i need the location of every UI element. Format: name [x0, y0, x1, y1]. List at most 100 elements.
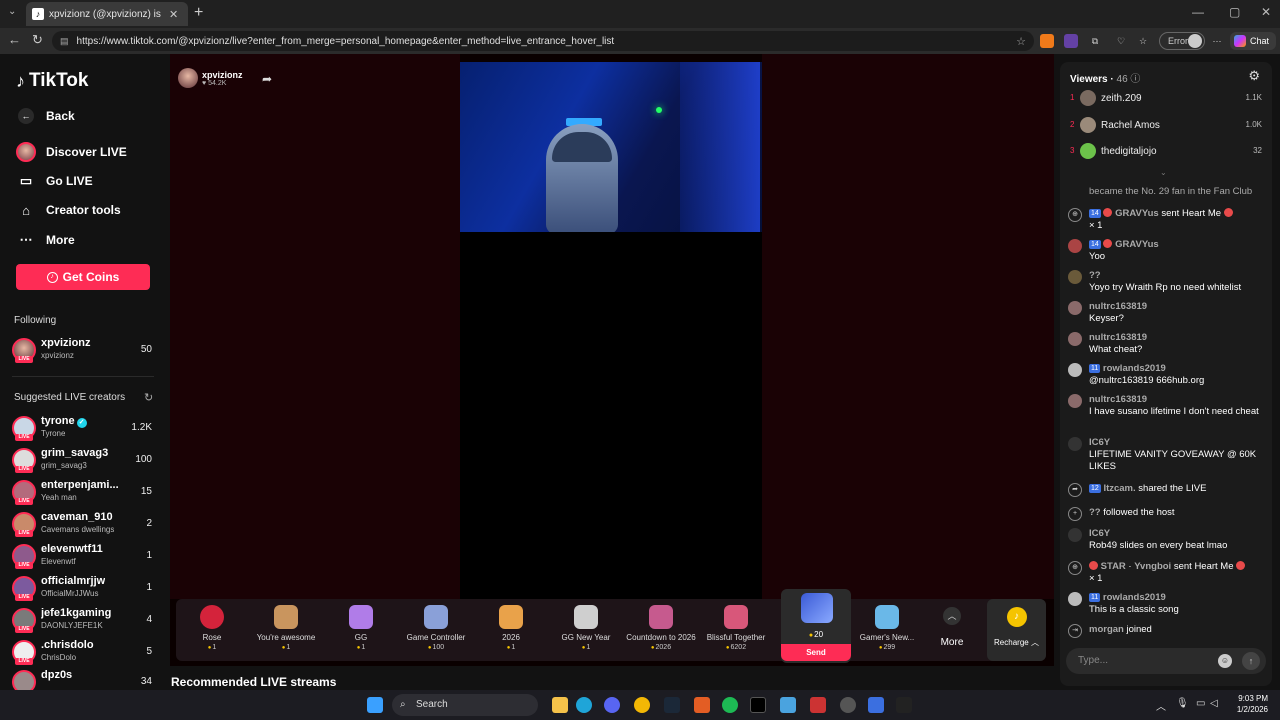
nav-discover-live[interactable]: Discover LIVE: [16, 142, 127, 162]
edge-icon[interactable]: [576, 697, 592, 713]
app-icon[interactable]: [810, 697, 826, 713]
url-field[interactable]: ▤ https://www.tiktok.com/@xpvizionz/live…: [52, 31, 1034, 51]
discord-icon[interactable]: [604, 697, 620, 713]
tab-list-chevron-icon[interactable]: ⌄: [8, 6, 16, 17]
emoji-icon[interactable]: ☺: [1218, 654, 1232, 668]
network-icon[interactable]: ▭: [1196, 698, 1205, 709]
gift-item[interactable]: GG New Year 1: [550, 599, 622, 661]
gift-name: Blissful Together: [706, 633, 766, 642]
app-icon[interactable]: [634, 697, 650, 713]
get-coins-button[interactable]: ♪ Get Coins: [16, 264, 150, 290]
live-video[interactable]: [460, 62, 762, 232]
avatar[interactable]: [1068, 437, 1082, 451]
app-icon[interactable]: [694, 697, 710, 713]
minimize-icon[interactable]: —: [1192, 5, 1204, 19]
twitch-extension-icon[interactable]: [1064, 34, 1078, 48]
refresh-icon[interactable]: ↻: [144, 391, 153, 404]
avatar[interactable]: [1068, 239, 1082, 253]
nav-creator-tools[interactable]: ⌂ Creator tools: [16, 200, 121, 220]
gift-item[interactable]: You're awesome 1: [250, 599, 322, 661]
following-item[interactable]: LIVE xpvizionz xpvizionz 50: [12, 336, 156, 364]
more-gifts-button[interactable]: ︿ More: [932, 607, 972, 648]
gift-item[interactable]: Countdown to 2026 2026: [625, 599, 697, 661]
live-tag: LIVE: [15, 658, 33, 665]
tray-chevron-icon[interactable]: ︿: [1156, 698, 1166, 713]
gift-item[interactable]: Blissful Together 6202: [700, 599, 772, 661]
steam-icon[interactable]: [664, 697, 680, 713]
restore-icon[interactable]: ▢: [1229, 5, 1240, 19]
avatar[interactable]: [1068, 270, 1082, 284]
send-gift-button[interactable]: Send: [781, 644, 851, 661]
avatar[interactable]: [1068, 363, 1082, 377]
avatar[interactable]: [1068, 394, 1082, 408]
suggested-item[interactable]: LIVE officialmrjjw OfficialMrJJWus 1: [12, 574, 156, 602]
host-name[interactable]: xpvizionz: [202, 70, 243, 80]
tiktok-logo[interactable]: ♪ TikTok: [16, 70, 88, 92]
volume-icon[interactable]: ◁: [1210, 698, 1218, 709]
taskbar-search[interactable]: ⌕ Search: [392, 694, 538, 716]
nav-more[interactable]: ⋯ More: [16, 230, 75, 250]
gift-item[interactable]: 2026 1: [475, 599, 547, 661]
avatar[interactable]: [1068, 301, 1082, 315]
avatar[interactable]: [1068, 528, 1082, 542]
close-window-icon[interactable]: ✕: [1261, 5, 1271, 19]
viewers-heading[interactable]: Viewers · 46 ⓘ: [1070, 70, 1140, 85]
nav-go-live[interactable]: ▭ Go LIVE: [16, 171, 93, 191]
suggested-item[interactable]: LIVE grim_savag3 grim_savag3 100: [12, 446, 156, 474]
new-tab-icon[interactable]: +: [194, 4, 203, 22]
site-info-icon[interactable]: ▤: [60, 36, 69, 47]
avatar[interactable]: [1068, 332, 1082, 346]
microphone-icon[interactable]: 🎙: [1176, 698, 1189, 709]
top-viewer[interactable]: 3 thedigitaljojo 32: [1070, 143, 1262, 161]
send-icon[interactable]: ↑: [1242, 652, 1260, 670]
file-explorer-icon[interactable]: [552, 697, 568, 713]
suggested-item[interactable]: LIVE .chrisdolo ChrisDolo 5: [12, 638, 156, 666]
avatar: [12, 670, 36, 690]
gift-item[interactable]: Game Controller 100: [400, 599, 472, 661]
start-windows-icon[interactable]: [367, 697, 383, 713]
avatar[interactable]: [1068, 592, 1082, 606]
copilot-chat-button[interactable]: Chat: [1230, 32, 1276, 50]
recharge-button[interactable]: ♪ Recharge ︿: [987, 599, 1046, 661]
chevron-down-icon[interactable]: ⌄: [1160, 168, 1167, 177]
favorite-star-icon[interactable]: ☆: [1016, 35, 1026, 48]
favorites-icon[interactable]: ☆: [1136, 34, 1150, 48]
nav-label: Creator tools: [46, 203, 121, 217]
spotify-icon[interactable]: [722, 697, 738, 713]
browser-tab[interactable]: ♪ xpvizionz (@xpvizionz) is LIVE ✕: [26, 2, 188, 26]
reload-icon[interactable]: ↻: [32, 32, 43, 48]
suggested-item[interactable]: LIVE tyrone ✓ Tyrone 1.2K: [12, 414, 156, 442]
tiktok-app-icon[interactable]: [750, 697, 766, 713]
share-icon[interactable]: ➦: [262, 72, 272, 86]
chat-input[interactable]: Type... ☺ ↑: [1066, 648, 1266, 674]
back-arrow-icon[interactable]: ←: [8, 32, 21, 47]
selected-gift[interactable]: 20 Send: [781, 589, 851, 663]
heart-pulse-icon[interactable]: ♡: [1114, 34, 1128, 48]
settings-menu-icon[interactable]: ⋯: [1210, 34, 1224, 48]
host-avatar[interactable]: [178, 68, 198, 88]
suggested-item[interactable]: LIVE caveman_910 Cavemans dwellings 2: [12, 510, 156, 538]
suggested-item[interactable]: LIVE enterpenjami... Yeah man 15: [12, 478, 156, 506]
gear-icon[interactable]: ⚙: [1248, 68, 1260, 84]
extensions-puzzle-icon[interactable]: ⧉: [1088, 34, 1102, 48]
gift-item[interactable]: GG 1: [325, 599, 397, 661]
suggested-item[interactable]: dpz0s 34: [12, 668, 156, 690]
gift-item[interactable]: Rose 1: [176, 599, 248, 661]
profile-error-button[interactable]: Error: [1159, 32, 1205, 50]
extension-orange-icon[interactable]: [1040, 34, 1054, 48]
suggested-item[interactable]: LIVE jefe1kgaming DAONLYJEFE1K 4: [12, 606, 156, 634]
app-icon[interactable]: [868, 697, 884, 713]
terminal-icon[interactable]: [896, 697, 912, 713]
top-viewer[interactable]: 2 Rachel Amos 1.0K: [1070, 117, 1262, 135]
gift-item[interactable]: Gamer's New... 299: [851, 599, 923, 661]
recharge-label: Recharge ︿: [994, 638, 1039, 647]
back-button[interactable]: ← Back: [16, 108, 75, 124]
close-tab-icon[interactable]: ✕: [169, 8, 178, 21]
top-viewer[interactable]: 1 zeith.209 1.1K: [1070, 90, 1262, 108]
app-icon[interactable]: [840, 697, 856, 713]
app-icon[interactable]: [780, 697, 796, 713]
clock-date: 1/2/2026: [1236, 705, 1268, 714]
search-icon: ⌕: [400, 699, 406, 710]
clock[interactable]: 9:03 PM 1/2/2026: [1224, 693, 1268, 715]
suggested-item[interactable]: LIVE elevenwtf11 Elevenwtf 1: [12, 542, 156, 570]
